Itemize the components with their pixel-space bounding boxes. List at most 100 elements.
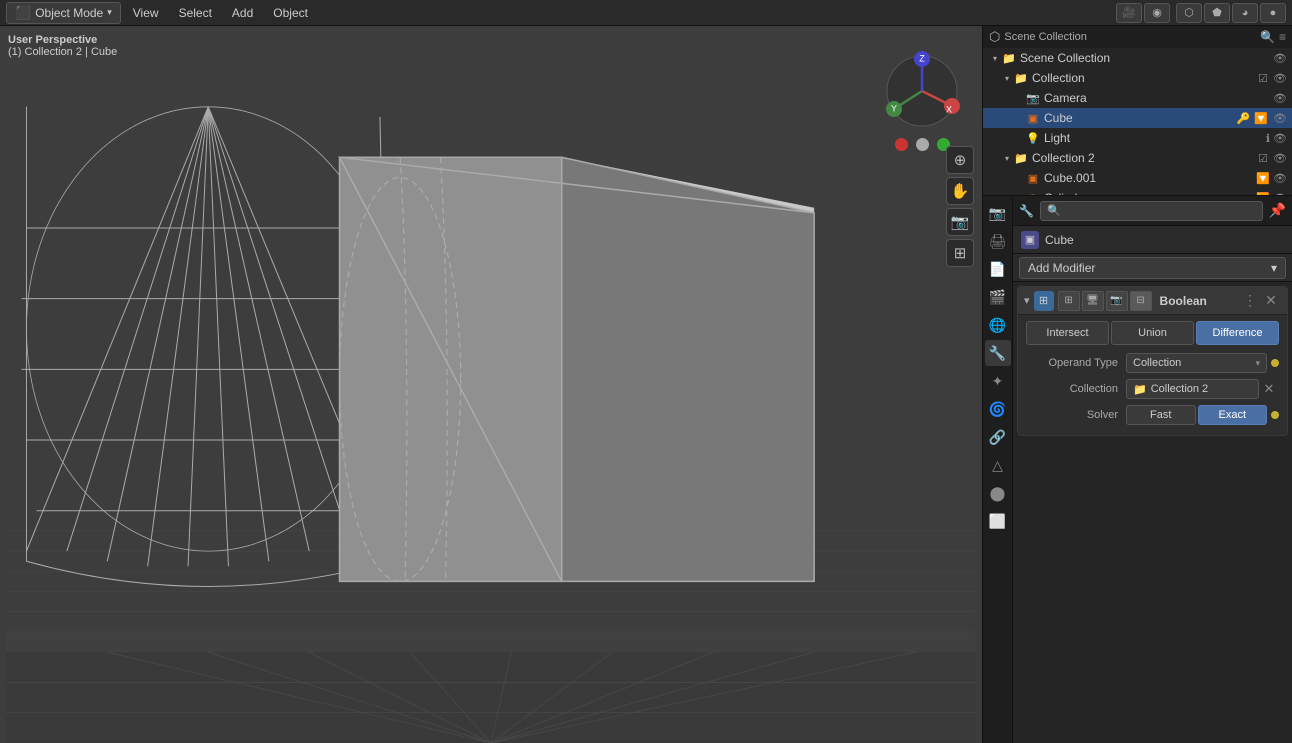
boolean-modifier-card: ▾ ⊞ ⊞ 🖥 📷 ⊟ Boolean ⋮ ✕ <box>1017 286 1288 436</box>
camera-overlay-icon[interactable]: 🎥 <box>1116 3 1142 23</box>
outliner-cylinder[interactable]: ▸ ⬭ Cylinder 🔽 👁 <box>983 188 1292 196</box>
hand-tool[interactable]: ✋ <box>946 177 974 205</box>
collection2-collapse[interactable]: ▾ <box>1001 152 1013 164</box>
props-data-icon[interactable]: △ <box>985 452 1011 478</box>
grid-tool[interactable]: ⊞ <box>946 239 974 267</box>
solver-row: Solver Fast Exact <box>1026 403 1279 427</box>
props-object-icon[interactable]: ⬜ <box>985 508 1011 534</box>
outliner-light[interactable]: ▸ 💡 Light ℹ 👁 <box>983 128 1292 148</box>
outliner-header-actions: 🔍 ≡ <box>1260 30 1286 44</box>
collection-clear-button[interactable]: ✕ <box>1259 379 1279 399</box>
operand-type-arrow: ▾ <box>1255 358 1260 369</box>
camera-actions: 👁 <box>1272 92 1288 105</box>
light-visibility[interactable]: 👁 <box>1272 132 1288 145</box>
object-mode-button[interactable]: ⬛ Object Mode ▾ <box>6 2 121 24</box>
modifier-close-button[interactable]: ✕ <box>1261 291 1281 311</box>
collection1-collapse[interactable]: ▾ <box>1001 72 1013 84</box>
mod-edit-mode[interactable]: ⊟ <box>1130 291 1152 311</box>
cube-actions: 🔑 🔽 👁 <box>1237 112 1288 125</box>
modifier-expand-icon[interactable]: ▾ <box>1024 294 1030 307</box>
cube001-visibility[interactable]: 👁 <box>1272 172 1288 185</box>
op-intersect-button[interactable]: Intersect <box>1026 321 1109 345</box>
outliner-icon: ⬡ <box>989 29 1000 45</box>
menu-object[interactable]: Object <box>265 4 316 22</box>
modifier-dots-menu[interactable]: ⋮ <box>1243 292 1257 309</box>
wireframe-icon[interactable]: ⬡ <box>1176 3 1202 23</box>
collection2-visibility[interactable]: 👁 <box>1272 152 1288 165</box>
collection-field[interactable]: 📁 Collection 2 <box>1126 379 1259 399</box>
viewport-canvas <box>0 26 982 743</box>
cube-visibility[interactable]: 👁 <box>1272 112 1288 125</box>
scene-collection-collapse[interactable]: ▾ <box>989 52 1001 64</box>
props-scene-icon[interactable]: 🎬 <box>985 284 1011 310</box>
operand-type-value: Collection <box>1133 357 1181 369</box>
add-modifier-dropdown-icon: ▾ <box>1271 261 1277 275</box>
props-render-icon[interactable]: 📷 <box>985 200 1011 226</box>
props-world-icon[interactable]: 🌐 <box>985 312 1011 338</box>
props-modifier-icon[interactable]: 🔧 <box>985 340 1011 366</box>
outliner-filter-icon[interactable]: ≡ <box>1279 30 1286 44</box>
props-material-icon[interactable]: ⬤ <box>985 480 1011 506</box>
mod-render[interactable]: 📷 <box>1106 291 1128 311</box>
cursor-tool[interactable]: ⊕ <box>946 146 974 174</box>
collection2-check[interactable]: ☑ <box>1258 152 1268 165</box>
props-header: 🔧 📌 <box>1013 196 1292 226</box>
outliner-search-icon[interactable]: 🔍 <box>1260 30 1275 44</box>
camera-perspective-tool[interactable]: 📷 <box>946 208 974 236</box>
cube001-label: Cube.001 <box>1044 171 1256 185</box>
operand-type-dropdown[interactable]: Collection ▾ <box>1126 353 1267 373</box>
operand-type-label: Operand Type <box>1026 357 1126 369</box>
outliner-collection-1[interactable]: ▾ 📁 Collection ☑ 👁 <box>983 68 1292 88</box>
camera-visibility[interactable]: 👁 <box>1272 92 1288 105</box>
props-view-layer-icon[interactable]: 📄 <box>985 256 1011 282</box>
scene-visibility-icon[interactable]: 👁 <box>1272 52 1288 65</box>
props-search-input[interactable] <box>1040 201 1263 221</box>
collection-prop-label: Collection <box>1026 383 1126 395</box>
cube-filter-icon: 🔽 <box>1254 112 1268 125</box>
cube-key-icon: 🔑 <box>1237 112 1251 125</box>
add-modifier-button[interactable]: Add Modifier ▾ <box>1019 257 1286 279</box>
op-difference-button[interactable]: Difference <box>1196 321 1279 345</box>
outliner-camera[interactable]: ▸ 📷 Camera 👁 <box>983 88 1292 108</box>
outliner-scene-collection[interactable]: ▾ 📁 Scene Collection 👁 <box>983 48 1292 68</box>
solver-exact-button[interactable]: Exact <box>1198 405 1268 425</box>
obj-type-icon: ▣ <box>1021 231 1039 249</box>
modifier-type-icon: ⊞ <box>1034 291 1054 311</box>
viewport-overlay: User Perspective (1) Collection 2 | Cube <box>8 34 117 58</box>
operand-type-dot <box>1271 359 1279 367</box>
viewport-mode-label: User Perspective <box>8 34 117 46</box>
render-icon[interactable]: ● <box>1260 3 1286 23</box>
props-pin-icon[interactable]: 📌 <box>1269 202 1286 219</box>
main-area: User Perspective (1) Collection 2 | Cube… <box>0 26 1292 743</box>
viewport-shading-icon[interactable]: ◉ <box>1144 3 1170 23</box>
collection1-icon: 📁 <box>1013 70 1029 86</box>
op-union-button[interactable]: Union <box>1111 321 1194 345</box>
add-modifier-label: Add Modifier <box>1028 261 1095 275</box>
props-particles-icon[interactable]: ✦ <box>985 368 1011 394</box>
nav-gizmo-container: X Y Z <box>882 51 962 151</box>
props-constraints-icon[interactable]: 🔗 <box>985 424 1011 450</box>
viewport[interactable]: User Perspective (1) Collection 2 | Cube… <box>0 26 982 743</box>
nav-gizmo[interactable]: X Y Z <box>882 51 962 131</box>
shading-group: ⬡ ⬟ ◕ ● <box>1176 3 1286 23</box>
menu-view[interactable]: View <box>125 4 167 22</box>
solver-dot <box>1271 411 1279 419</box>
props-physics-icon[interactable]: 🌀 <box>985 396 1011 422</box>
collection1-check[interactable]: ☑ <box>1258 72 1268 85</box>
gizmo-z-label: Z <box>919 53 925 63</box>
gizmo-y-label: Y <box>891 103 897 113</box>
light-icon: 💡 <box>1025 130 1041 146</box>
outliner-cube[interactable]: ▸ ▣ Cube 🔑 🔽 👁 <box>983 108 1292 128</box>
props-output-icon[interactable]: 🖨 <box>985 228 1011 254</box>
material-icon[interactable]: ◕ <box>1232 3 1258 23</box>
solid-icon[interactable]: ⬟ <box>1204 3 1230 23</box>
solver-fast-button[interactable]: Fast <box>1126 405 1196 425</box>
mod-apply-on-spline[interactable]: ⊞ <box>1058 291 1080 311</box>
menu-select[interactable]: Select <box>171 4 220 22</box>
modifier-name: Boolean <box>1160 294 1239 308</box>
menu-add[interactable]: Add <box>224 4 261 22</box>
collection1-visibility[interactable]: 👁 <box>1272 72 1288 85</box>
outliner-cube001[interactable]: ▸ ▣ Cube.001 🔽 👁 <box>983 168 1292 188</box>
outliner-collection-2[interactable]: ▾ 📁 Collection 2 ☑ 👁 <box>983 148 1292 168</box>
mod-realtime[interactable]: 🖥 <box>1082 291 1104 311</box>
